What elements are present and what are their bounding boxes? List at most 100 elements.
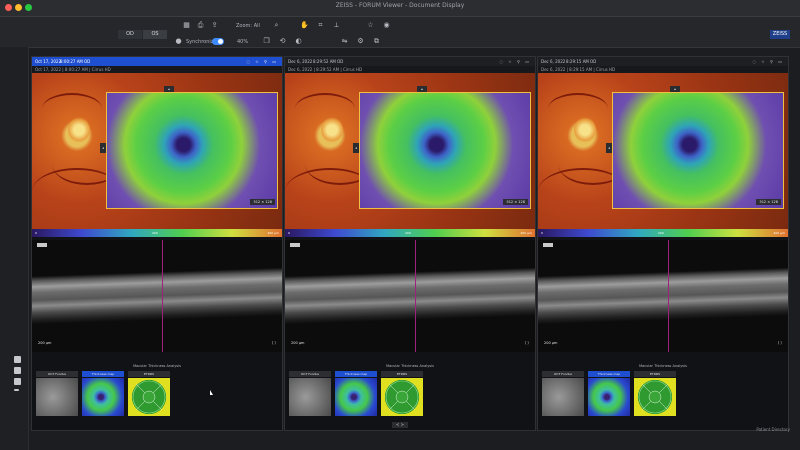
thumbnail-strip: OCT Fundus Thickness map ETDRS (36, 371, 278, 426)
eye-od-button[interactable]: OD (118, 30, 142, 39)
scale-min: 0 (288, 231, 290, 235)
analysis-title: Macular Thickness Analysis (639, 364, 687, 368)
bscan-nav-icon[interactable]: ⟨ ⟩ (525, 340, 529, 345)
etdrs-thumbnail (128, 378, 170, 416)
scale-mid: 200 (152, 231, 158, 235)
eye-icon[interactable]: ◉ (382, 21, 391, 30)
thumbnail-etdrs[interactable]: ETDRS (128, 371, 170, 423)
map-resolution-tag: 512 × 128 (503, 199, 528, 205)
thumbnail-oct-fundus[interactable]: OCT Fundus (36, 371, 78, 423)
thumbnail-oct-fundus[interactable]: OCT Fundus (542, 371, 584, 423)
scale-min: 0 (35, 231, 37, 235)
panel-subbar: Dec 6, 2022 | 8:29:52 AM | Cirrus HD (285, 66, 535, 73)
exam-panel-3[interactable]: Dec 6, 2022 8:29:15 AM OD ◌ ☆ ⚲ ▭ Dec 6,… (537, 56, 789, 431)
exam-panel-1[interactable]: Oct 17, 2022 8:00:27 AM OD ◌ ☆ ⚲ ▭ Oct 1… (31, 56, 283, 431)
star-icon[interactable]: ☆ (366, 21, 375, 30)
bscan-nav-icon[interactable]: ⟨ ⟩ (272, 340, 276, 345)
retina-layers (538, 267, 788, 325)
scalebar: 200 µm (544, 341, 558, 345)
main-toolbar: ▦ ⎙ ⇪ Zoom: All ⌕ ✋ ⌗ ⟂ ☆ ◉ OD OS ● Sync… (0, 17, 800, 48)
bscan-position-line[interactable] (162, 240, 163, 352)
zoom-label: Zoom: All (236, 23, 260, 29)
synchronize-toggle[interactable] (212, 38, 224, 45)
patient-directory-link[interactable]: Patient Directory (756, 427, 790, 432)
thickness-map-overlay[interactable]: ▴ ◂ 512 × 128 (606, 86, 784, 209)
grid-icon[interactable]: ▦ (182, 21, 191, 30)
thumbnail-thickness-map[interactable]: Thickness map (82, 371, 124, 423)
exam-time: 8:29:15 AM (566, 59, 589, 64)
fundus-image[interactable]: ▴ ◂ 512 × 128 (32, 73, 282, 229)
map-orientation-side: ◂ (606, 143, 612, 153)
thumbnail-label: OCT Fundus (542, 371, 584, 377)
thumbnail-oct-fundus[interactable]: OCT Fundus (289, 371, 331, 423)
fundus-image[interactable]: ▴ ◂ 512 × 128 (285, 73, 535, 229)
bscan-position-line[interactable] (415, 240, 416, 352)
compare-icon[interactable]: ⧉ (372, 37, 381, 46)
map-resolution-tag: 512 × 128 (250, 199, 275, 205)
thumbnail-label: OCT Fundus (289, 371, 331, 377)
panel-header-icons[interactable]: ◌ ☆ ⚲ ▭ (499, 57, 531, 66)
oct-bscan-image[interactable]: 200 µm ⟨ ⟩ (32, 240, 282, 352)
thumbnail-strip: OCT Fundus Thickness map ETDRS (542, 371, 784, 426)
thumbnail-etdrs[interactable]: ETDRS (634, 371, 676, 423)
crop-icon[interactable]: ⌗ (316, 21, 325, 30)
printer-icon[interactable]: ⎙ (196, 21, 205, 30)
thickness-map-thumbnail (82, 378, 124, 416)
thickness-map-overlay[interactable]: ▴ ◂ 512 × 128 (100, 86, 278, 209)
thumbnail-label: ETDRS (634, 371, 676, 377)
panel-header[interactable]: Dec 6, 2022 8:29:52 AM OD ◌ ☆ ⚲ ▭ (285, 57, 535, 66)
bscan-position-line[interactable] (668, 240, 669, 352)
document-icon[interactable] (14, 367, 21, 374)
panel-header-icons[interactable]: ◌ ☆ ⚲ ▭ (752, 57, 784, 66)
thumbnail-strip: OCT Fundus Thickness map ETDRS (289, 371, 531, 426)
exam-time: 8:00:27 AM (60, 59, 83, 64)
window-titlebar: ZEISS - FORUM Viewer - Document Display (0, 0, 800, 17)
eye-label: OD (590, 59, 597, 64)
panel-header[interactable]: Dec 6, 2022 8:29:15 AM OD ◌ ☆ ⚲ ▭ (538, 57, 788, 66)
etdrs-grid (132, 380, 166, 414)
panel-subbar: Dec 6, 2022 | 8:29:15 AM | Cirrus HD (538, 66, 788, 73)
contrast-icon[interactable]: ◐ (294, 37, 303, 46)
map-resolution-tag: 512 × 128 (756, 199, 781, 205)
zoom-icon[interactable]: ⌕ (272, 21, 281, 30)
panel-header-icons[interactable]: ◌ ☆ ⚲ ▭ (246, 57, 278, 66)
oct-bscan-image[interactable]: 200 µm ⟨ ⟩ (285, 240, 535, 352)
sync-percent: 40% (237, 39, 249, 45)
folder-icon[interactable] (14, 356, 21, 363)
thumbnail-etdrs[interactable]: ETDRS (381, 371, 423, 423)
collapse-icon[interactable] (14, 389, 19, 391)
rotate-icon[interactable]: ⟲ (278, 37, 287, 46)
flip-icon[interactable]: ⇋ (340, 37, 349, 46)
etdrs-thumbnail (381, 378, 423, 416)
etdrs-grid (638, 380, 672, 414)
eye-os-button[interactable]: OS (143, 30, 167, 39)
list-icon[interactable] (14, 378, 21, 385)
pager[interactable]: < > (392, 422, 408, 428)
thumbnail-label: OCT Fundus (36, 371, 78, 377)
color-scale: 0 200 400 µm (538, 229, 788, 237)
layers-icon[interactable]: ❒ (262, 37, 271, 46)
settings-icon[interactable]: ⚙ (356, 37, 365, 46)
thickness-map-overlay[interactable]: ▴ ◂ 512 × 128 (353, 86, 531, 209)
exam-date: Oct 17, 2022 (35, 59, 61, 64)
thumbnail-thickness-map[interactable]: Thickness map (588, 371, 630, 423)
exam-panel-2[interactable]: Dec 6, 2022 8:29:52 AM OD ◌ ☆ ⚲ ▭ Dec 6,… (284, 56, 536, 431)
fundus-image[interactable]: ▴ ◂ 512 × 128 (538, 73, 788, 229)
export-icon[interactable]: ⇪ (210, 21, 219, 30)
hand-icon[interactable]: ✋ (300, 21, 309, 30)
mouse-cursor (210, 390, 213, 395)
retina-layers (32, 267, 282, 325)
analysis-title: Macular Thickness Analysis (386, 364, 434, 368)
panel-subbar-text: Dec 6, 2022 | 8:29:52 AM | Cirrus HD (288, 67, 363, 72)
exam-date: Dec 6, 2022 (541, 59, 566, 64)
oct-fundus-thumbnail (36, 378, 78, 416)
measure-icon[interactable]: ⟂ (332, 21, 341, 30)
oct-bscan-image[interactable]: 200 µm ⟨ ⟩ (538, 240, 788, 352)
thickness-map-thumbnail (588, 378, 630, 416)
thumbnail-thickness-map[interactable]: Thickness map (335, 371, 377, 423)
bscan-nav-icon[interactable]: ⟨ ⟩ (778, 340, 782, 345)
exam-date: Dec 6, 2022 (288, 59, 313, 64)
panel-header[interactable]: Oct 17, 2022 8:00:27 AM OD ◌ ☆ ⚲ ▭ (32, 57, 282, 66)
eye-label: OD (337, 59, 344, 64)
etdrs-grid (385, 380, 419, 414)
